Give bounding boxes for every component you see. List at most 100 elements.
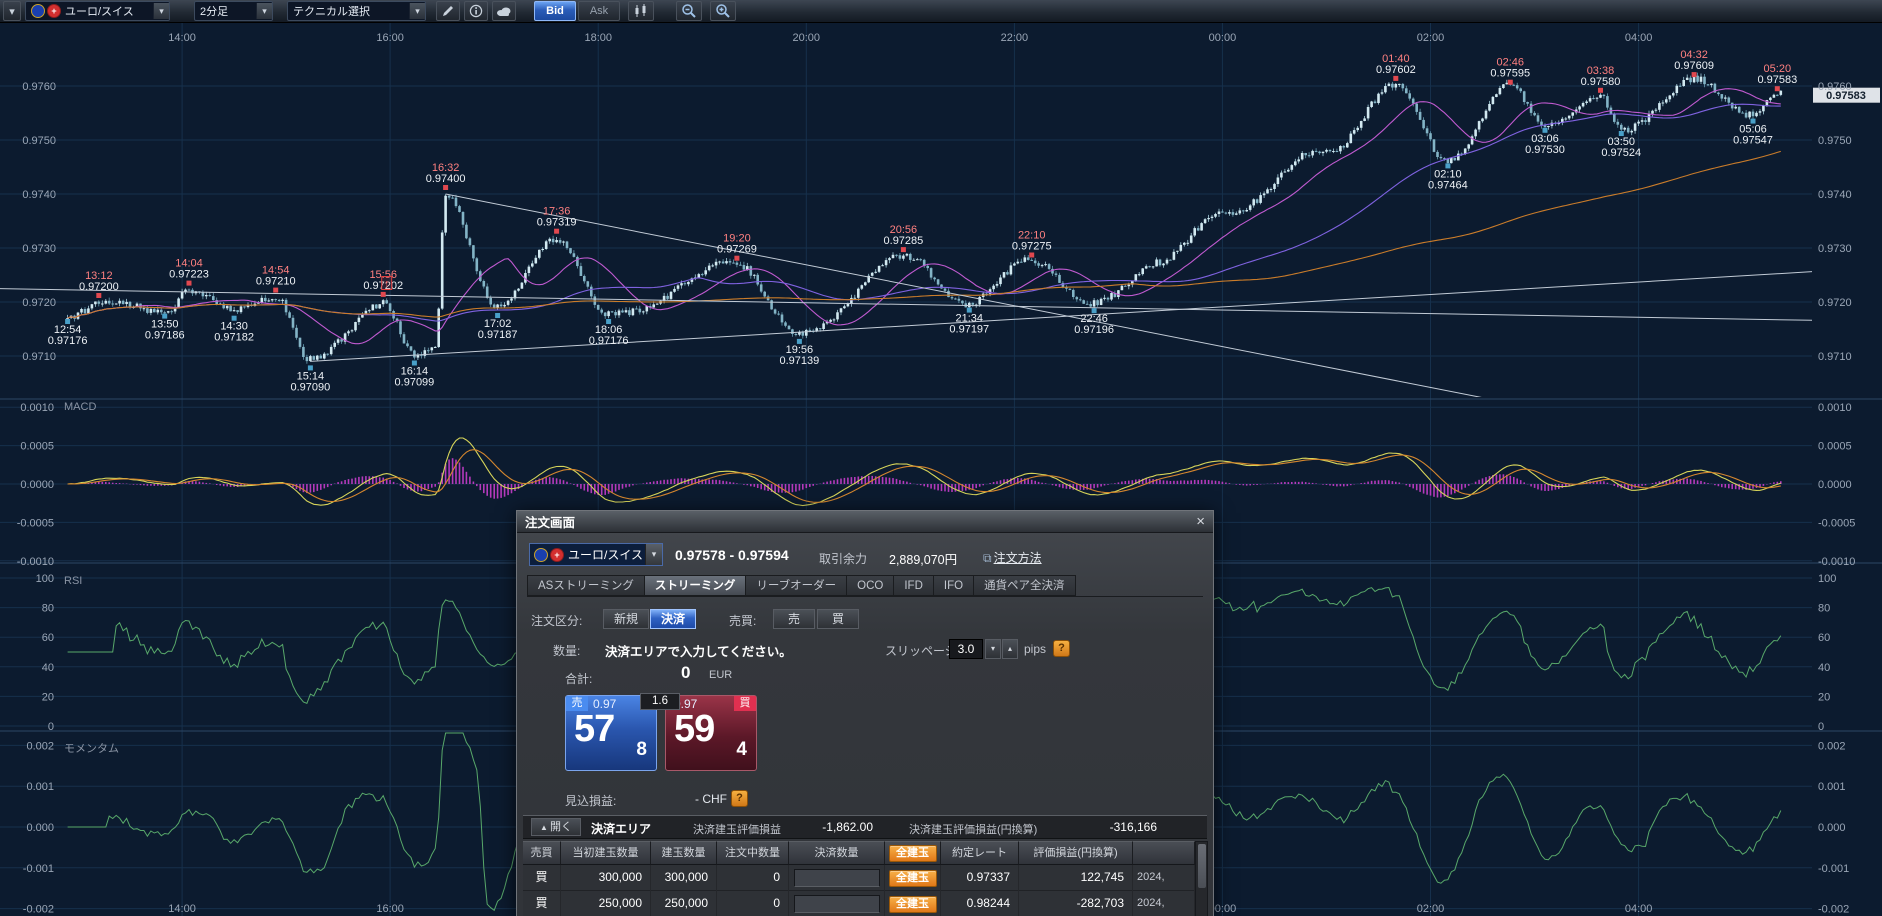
order-tab[interactable]: IFO <box>934 575 974 596</box>
table-cell: 買 <box>523 891 561 916</box>
swing-high-marker <box>187 281 192 286</box>
new-order-button[interactable]: 新規 <box>603 609 649 629</box>
time-tick-label: 16:00 <box>376 903 404 915</box>
tick-label: 0.002 <box>26 740 54 752</box>
swing-price-label: 0.97269 <box>717 244 757 256</box>
chevron-down-icon: ▾ <box>409 3 425 19</box>
chevron-down-icon[interactable]: ▾ <box>645 544 662 565</box>
tick-label: -0.001 <box>23 863 54 875</box>
tick-label: 20 <box>42 691 54 703</box>
close-all-button[interactable]: 全建玉 <box>889 870 937 887</box>
cloud-save-button[interactable] <box>492 1 516 21</box>
pair-selector-dropdown[interactable]: ユーロ/スイス ▾ <box>25 1 170 21</box>
time-tick-label: 18:00 <box>584 32 612 44</box>
price-tick-label: 0.9710 <box>1818 351 1852 363</box>
close-all-header-button[interactable]: 全建玉 <box>889 845 937 862</box>
table-cell <box>789 865 885 891</box>
slippage-increase-button[interactable]: ▴ <box>1002 639 1018 659</box>
tick-label: 0 <box>48 721 54 733</box>
macd-label: MACD <box>64 401 96 413</box>
tick-label: 100 <box>36 573 54 585</box>
order-tab[interactable]: IFD <box>894 575 934 596</box>
position-row: 買250,000250,0000全建玉0.98244-282,7032024, <box>523 891 1195 916</box>
zoom-out-icon <box>681 3 697 19</box>
order-type-label: 注文区分: <box>531 612 582 629</box>
settle-pl-value: -1,862.00 <box>807 820 873 834</box>
open-panel-button[interactable]: ▲開く <box>531 818 581 836</box>
chevron-down-icon: ▾ <box>9 5 15 18</box>
ask-button[interactable]: Ask <box>578 1 620 21</box>
total-value: 0 <box>681 663 690 683</box>
swing-high-marker <box>1598 88 1603 93</box>
side-label: 売買: <box>729 612 756 629</box>
table-column-header: 約定レート <box>941 841 1019 865</box>
expected-pl-value: - CHF <box>695 792 727 806</box>
tick-label: -0.001 <box>1818 863 1849 875</box>
info-button[interactable] <box>464 1 488 21</box>
dialog-titlebar[interactable]: 注文画面 × <box>517 511 1213 533</box>
eur-flag-icon <box>31 4 45 18</box>
zoom-out-button[interactable] <box>676 1 702 21</box>
quantity-label: 数量: <box>553 642 580 659</box>
table-column-header: 当初建玉数量 <box>561 841 651 865</box>
sell-side-button[interactable]: 売 <box>773 609 815 629</box>
swing-price-label: 0.97182 <box>214 332 254 344</box>
slippage-decrease-button[interactable]: ▾ <box>985 639 1001 659</box>
tick-label: 0.001 <box>26 781 54 793</box>
info-icon <box>469 4 483 18</box>
settle-order-button[interactable]: 決済 <box>650 609 696 629</box>
table-scrollbar[interactable] <box>1195 841 1208 916</box>
timeframe-label: 2分足 <box>200 3 228 19</box>
table-cell: -282,703 <box>1019 891 1133 916</box>
time-tick-label: 20:00 <box>793 32 821 44</box>
scrollbar-thumb[interactable] <box>1198 844 1206 888</box>
swing-high-marker <box>901 247 906 252</box>
close-quantity-input[interactable] <box>794 895 880 913</box>
sell-price-big: 57 <box>574 708 614 751</box>
pencil-icon <box>441 4 455 18</box>
order-tab[interactable]: ストリーミング <box>645 575 747 596</box>
tick-label: 40 <box>42 662 54 674</box>
table-cell: 250,000 <box>651 891 717 916</box>
settle-pl-label: 決済建玉評価損益 <box>693 821 781 837</box>
close-quantity-input[interactable] <box>794 869 880 887</box>
close-all-button[interactable]: 全建玉 <box>889 896 937 913</box>
margin-label: 取引余力 <box>819 550 867 567</box>
price-tick-label: 0.9760 <box>22 81 56 93</box>
order-method-label: 注文方法 <box>994 551 1042 565</box>
positions-table: 買300,000300,0000全建玉0.97337122,7452024,買2… <box>523 865 1195 916</box>
table-column-header <box>1133 841 1195 865</box>
slippage-input[interactable]: 3.0 <box>949 639 983 659</box>
quantity-message: 決済エリアで入力してください。 <box>605 641 792 660</box>
tick-label: -0.0010 <box>17 556 54 568</box>
order-tab[interactable]: OCO <box>847 575 894 596</box>
favorites-button[interactable]: ▾ <box>3 1 21 21</box>
bid-button[interactable]: Bid <box>534 1 576 21</box>
order-tab[interactable]: 通貨ペア全決済 <box>974 575 1076 596</box>
open-button-label: 開く <box>550 821 572 833</box>
zoom-in-button[interactable] <box>710 1 736 21</box>
close-icon[interactable]: × <box>1196 514 1205 529</box>
price-tick-label: 0.9720 <box>1818 297 1852 309</box>
swing-price-label: 0.97530 <box>1525 144 1565 156</box>
tick-label: 0 <box>1818 721 1824 733</box>
timeframe-dropdown[interactable]: 2分足 ▾ <box>194 1 273 21</box>
draw-tool-button[interactable] <box>436 1 460 21</box>
slippage-help-button[interactable]: ? <box>1053 640 1070 657</box>
order-tab[interactable]: リーブオーダー <box>746 575 847 596</box>
tick-label: 20 <box>1818 691 1830 703</box>
order-tab[interactable]: ASストリーミング <box>527 575 645 596</box>
buy-side-button[interactable]: 買 <box>817 609 859 629</box>
chevron-down-icon: ▾ <box>256 3 272 19</box>
technical-dropdown[interactable]: テクニカル選択 ▾ <box>287 1 426 21</box>
order-method-link[interactable]: ⧉注文方法 <box>983 549 1042 566</box>
swing-high-marker <box>1393 76 1398 81</box>
total-unit: EUR <box>709 669 732 681</box>
swing-price-label: 0.97139 <box>779 355 819 367</box>
time-tick-label: 02:00 <box>1417 903 1445 915</box>
dialog-pair-selector[interactable]: ユーロ/スイス ▾ <box>529 543 663 566</box>
tick-label: 100 <box>1818 573 1836 585</box>
pl-help-button[interactable]: ? <box>731 790 748 807</box>
chart-type-button[interactable] <box>628 1 654 21</box>
tick-label: 0.0000 <box>20 479 54 491</box>
